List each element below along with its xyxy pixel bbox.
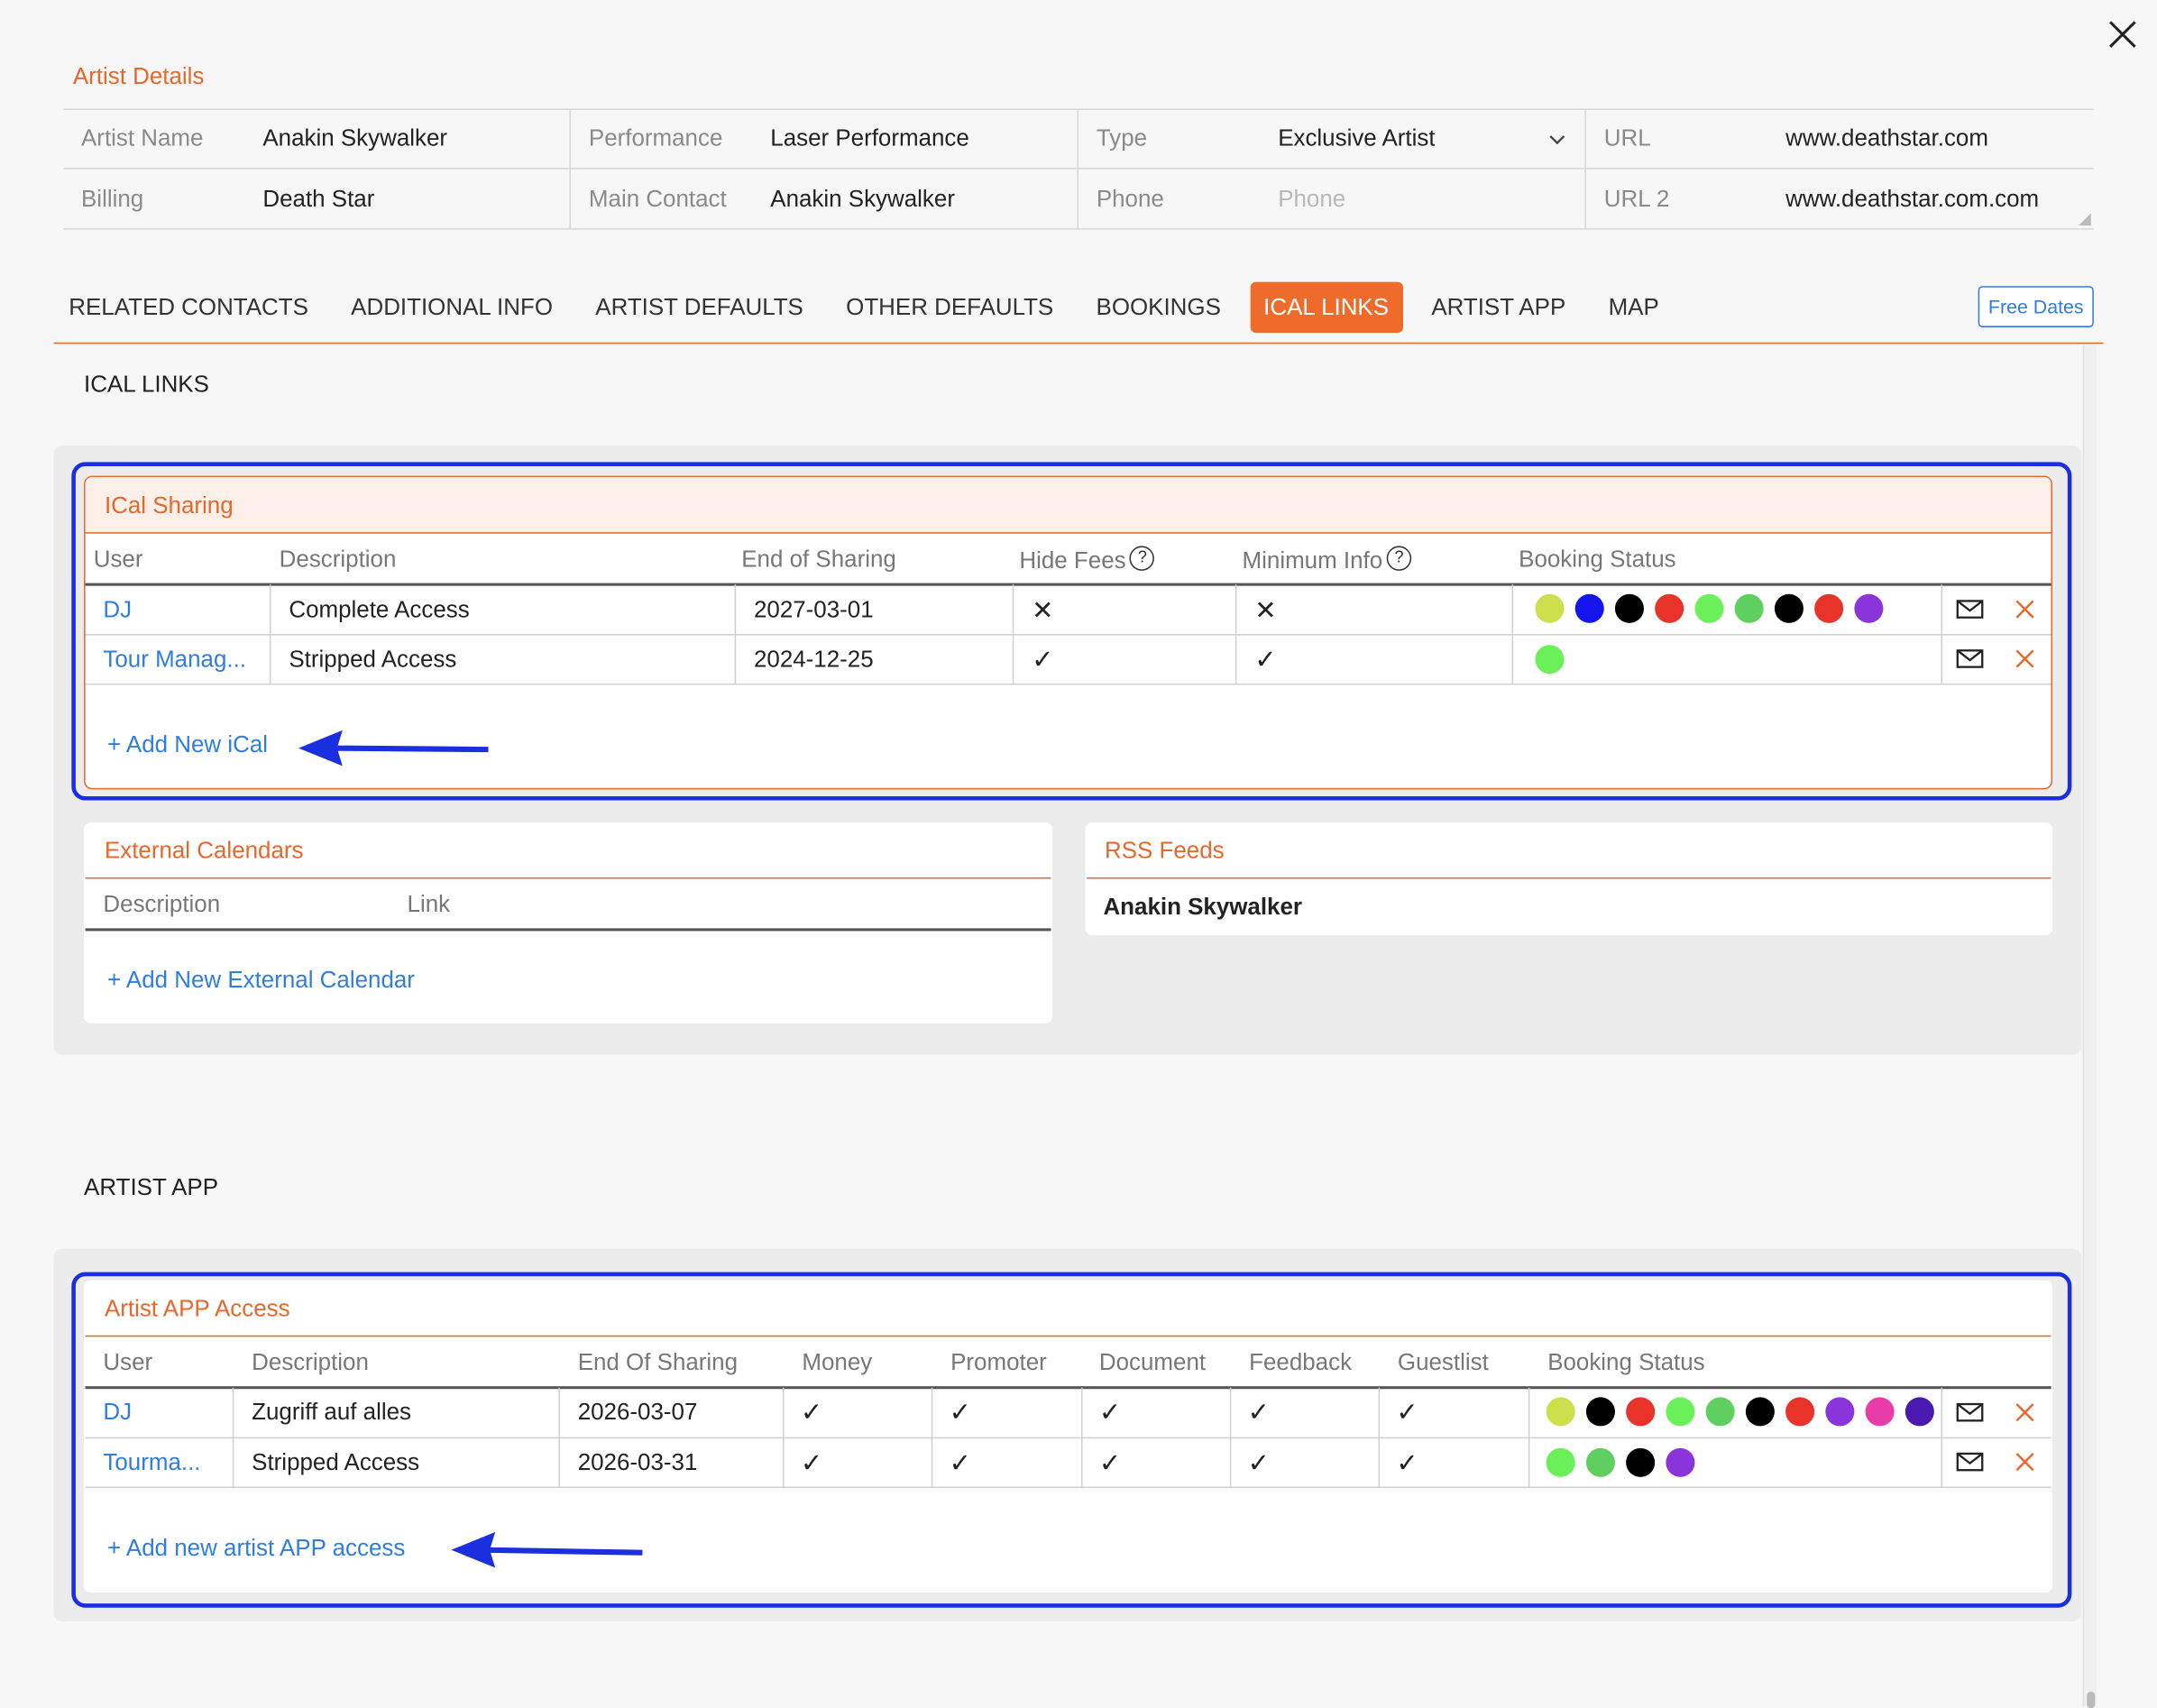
field-value: Death Star: [262, 185, 375, 212]
tab-other-defaults[interactable]: OTHER DEFAULTS: [832, 281, 1068, 332]
artist-app-heading: ARTIST APP: [84, 1174, 219, 1201]
field-label: Artist Name: [81, 124, 204, 152]
field-value: Exclusive Artist: [1278, 124, 1436, 152]
type-select[interactable]: Type Exclusive Artist: [1078, 110, 1586, 170]
tab-bookings[interactable]: BOOKINGS: [1082, 281, 1235, 332]
rss-feeds-title: RSS Feeds: [1104, 837, 1225, 864]
external-calendars-title: External Calendars: [104, 837, 304, 864]
phone-field[interactable]: Phone Phone: [1078, 169, 1586, 229]
field-label: Type: [1096, 124, 1148, 152]
column-header-description: Description: [103, 891, 221, 918]
resize-handle-icon[interactable]: [2079, 213, 2091, 226]
scrollbar-thumb[interactable]: [2087, 1691, 2096, 1708]
field-label: Phone: [1096, 185, 1164, 212]
ical-links-heading: ICAL LINKS: [84, 371, 209, 398]
chevron-down-icon[interactable]: [1549, 129, 1565, 150]
field-value: Anakin Skywalker: [262, 124, 448, 152]
tab-artist-defaults[interactable]: ARTIST DEFAULTS: [582, 281, 817, 332]
tab-artist-app[interactable]: ARTIST APP: [1418, 281, 1579, 332]
add-external-calendar-button[interactable]: + Add New External Calendar: [107, 967, 415, 995]
field-value: Anakin Skywalker: [770, 185, 955, 212]
header-divider: [1087, 877, 2051, 879]
free-dates-button[interactable]: Free Dates: [1978, 286, 2094, 327]
field-label: Main Contact: [588, 185, 727, 212]
tab-bar: RELATED CONTACTS ADDITIONAL INFO ARTIST …: [55, 280, 1688, 335]
field-value: Laser Performance: [770, 124, 969, 152]
close-icon[interactable]: [2105, 16, 2141, 52]
highlight-frame: [71, 462, 2072, 801]
field-label: URL 2: [1603, 185, 1670, 212]
rss-feed-item[interactable]: Anakin Skywalker: [1103, 894, 1302, 922]
artist-name-field[interactable]: Artist Name Anakin Skywalker: [63, 110, 572, 170]
phone-placeholder: Phone: [1278, 185, 1346, 212]
tab-related-contacts[interactable]: RELATED CONTACTS: [55, 281, 322, 332]
column-header-link: Link: [407, 891, 451, 918]
table-header-divider: [85, 928, 1051, 931]
url2-field[interactable]: URL 2 www.deathstar.com.com: [1586, 170, 2094, 229]
tab-map[interactable]: MAP: [1594, 281, 1673, 332]
field-label: URL: [1603, 124, 1651, 152]
tab-underline: [53, 342, 2104, 344]
header-divider: [85, 877, 1051, 879]
tab-additional-info[interactable]: ADDITIONAL INFO: [337, 281, 566, 332]
field-value: www.deathstar.com.com: [1785, 185, 2040, 212]
artist-details-grid: Artist Name Anakin Skywalker Performance…: [63, 108, 2094, 230]
field-label: Performance: [588, 124, 723, 152]
artist-details-title: Artist Details: [72, 63, 205, 90]
main-contact-field[interactable]: Main Contact Anakin Skywalker: [571, 169, 1078, 229]
highlight-frame: [71, 1272, 2072, 1608]
field-label: Billing: [81, 185, 144, 212]
scrollbar[interactable]: [2082, 344, 2097, 1707]
field-value: www.deathstar.com: [1785, 124, 1988, 152]
url-field[interactable]: URL www.deathstar.com: [1585, 110, 2094, 170]
billing-field[interactable]: Billing Death Star: [63, 169, 572, 229]
tab-ical-links[interactable]: ICAL LINKS: [1249, 280, 1403, 333]
performance-field[interactable]: Performance Laser Performance: [571, 110, 1078, 170]
